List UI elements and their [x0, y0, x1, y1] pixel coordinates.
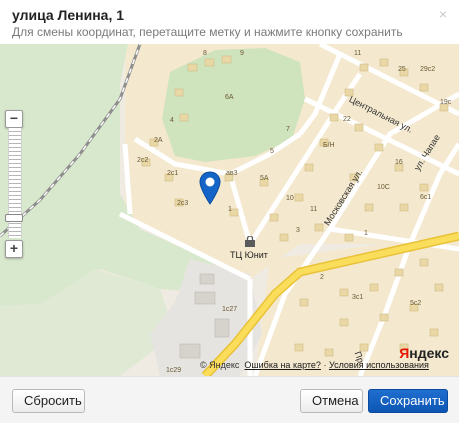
house-number: 5А	[260, 175, 269, 182]
house-number: 2с1	[167, 170, 179, 177]
close-icon[interactable]: ×	[439, 6, 447, 22]
house-numbers: 8 9 11 25 29с2 6А 4 2А 2с2 2с1 2с3 ав3 1…	[0, 44, 459, 376]
house-number: 4	[170, 117, 174, 124]
terms-of-use-link[interactable]: Условия использования	[329, 360, 429, 370]
house-number: 8	[203, 50, 207, 57]
reset-button[interactable]: Сбросить	[12, 389, 85, 413]
yandex-logo-first-letter: Я	[399, 345, 410, 361]
save-button[interactable]: Сохранить	[368, 389, 448, 413]
house-number: 19с	[440, 99, 452, 106]
house-number: 2	[320, 274, 324, 281]
separator: ·	[323, 360, 327, 370]
house-number: 1	[228, 206, 232, 213]
dialog-title: улица Ленина, 1	[12, 7, 125, 23]
yandex-logo: Яндекс	[399, 345, 449, 361]
house-number: 5с2	[410, 300, 422, 307]
house-number: 10	[286, 195, 294, 202]
zoom-in-button[interactable]: +	[5, 240, 23, 258]
shopping-bag-icon	[245, 236, 255, 247]
edit-coordinates-dialog: улица Ленина, 1 Для смены координат, пер…	[0, 0, 459, 423]
house-number: 3с1	[352, 294, 364, 301]
zoom-slider-handle[interactable]	[5, 214, 23, 223]
house-number: 16	[395, 159, 403, 166]
house-number: 7	[286, 126, 290, 133]
poi-label: ТЦ Юнит	[230, 250, 268, 260]
house-number: 9	[240, 50, 244, 57]
copyright-text: © Яндекс	[200, 360, 240, 370]
house-number: 6с1	[420, 194, 432, 201]
house-number: 5	[270, 148, 274, 155]
house-number: 10С	[377, 184, 390, 191]
house-number: 1	[364, 230, 368, 237]
report-error-link[interactable]: Ошибка на карте?	[244, 360, 321, 370]
house-number: 6А	[225, 94, 234, 101]
house-number: 2с2	[137, 157, 149, 164]
house-number: 3	[296, 227, 300, 234]
house-number: 2А	[154, 137, 163, 144]
house-number: ав3	[226, 170, 238, 177]
map-view[interactable]: 8 9 11 25 29с2 6А 4 2А 2с2 2с1 2с3 ав3 1…	[0, 44, 459, 376]
house-number: 1с29	[166, 367, 182, 374]
house-number: 29с2	[420, 66, 436, 73]
house-number: 11	[310, 206, 318, 213]
zoom-control[interactable]: − +	[5, 110, 23, 258]
location-pin-icon[interactable]	[199, 171, 221, 205]
yandex-logo-rest: ндекс	[409, 345, 449, 361]
house-number: Б/Н	[323, 142, 335, 149]
house-number: 25	[398, 66, 406, 73]
house-number: 22	[343, 116, 351, 123]
house-number: 1с27	[222, 306, 238, 313]
dialog-footer: Сбросить Отмена Сохранить	[0, 376, 459, 423]
zoom-out-button[interactable]: −	[5, 110, 23, 128]
house-number: 2с3	[177, 200, 189, 207]
house-number: 11	[354, 50, 362, 57]
map-attribution: © Яндекс Ошибка на карте? · Условия испо…	[200, 360, 429, 370]
cancel-button[interactable]: Отмена	[300, 389, 363, 413]
dialog-subtitle: Для смены координат, перетащите метку и …	[12, 25, 403, 39]
